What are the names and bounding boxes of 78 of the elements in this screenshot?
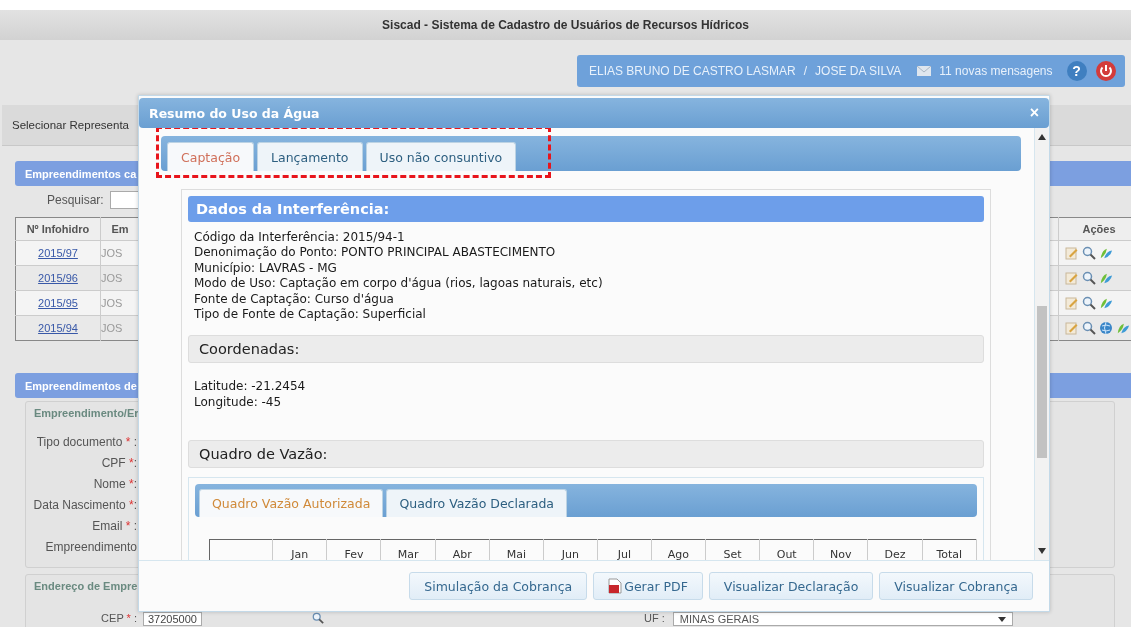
- scroll-down-icon[interactable]: [1038, 548, 1046, 554]
- help-button[interactable]: ?: [1066, 61, 1087, 81]
- app-title: Siscad - Sistema de Cadastro de Usuários de Recursos Hídricos: [382, 18, 749, 32]
- column-header: Set: [705, 539, 760, 560]
- tab[interactable]: Captação: [167, 142, 255, 171]
- leaf-icon[interactable]: [1099, 296, 1113, 310]
- edit-icon[interactable]: [1065, 246, 1079, 260]
- select-representative-tab[interactable]: Selecionar Representa: [12, 119, 129, 131]
- mail-icon[interactable]: [917, 66, 932, 76]
- caret-icon: [997, 616, 1006, 622]
- detail-line: Modo de Uso: Captação em corpo d'água (rios, lagoas naturais, etc): [194, 276, 604, 292]
- pdf-icon: [608, 578, 623, 594]
- leaf-icon[interactable]: [1099, 246, 1113, 260]
- cep-field[interactable]: 37205000: [143, 612, 202, 626]
- detail-line: Código da Interferência: 2015/94-1: [194, 230, 406, 246]
- field-label: Tipo documento * :: [35, 434, 137, 449]
- column-header: Total: [922, 539, 977, 560]
- detail-line: Fonte de Captação: Curso d'água: [194, 291, 395, 308]
- subsection-title: Quadro de Vazão:: [199, 446, 328, 463]
- search-field[interactable]: [109, 191, 140, 209]
- group-title: Endereço de Empre: [33, 580, 138, 592]
- scrollbar[interactable]: [1035, 128, 1049, 560]
- column-header: Out: [759, 539, 814, 560]
- column-header: Nº Infohidro: [15, 217, 101, 241]
- column-header: Abr: [435, 539, 490, 560]
- dialog-title: Resumo do Uso da Água: [149, 105, 320, 121]
- column-header: Jul: [597, 539, 652, 560]
- search-icon[interactable]: [1082, 271, 1096, 285]
- state-select[interactable]: MINAS GERAIS: [672, 612, 1013, 626]
- search-icon[interactable]: [1082, 296, 1096, 310]
- column-header: Dez: [867, 539, 923, 560]
- search-icon[interactable]: [1082, 321, 1096, 335]
- column-header: Jan: [272, 539, 327, 560]
- group-title: Empreendimento/Er: [33, 407, 139, 419]
- globe-icon[interactable]: [1099, 321, 1113, 335]
- scroll-up-icon[interactable]: [1038, 134, 1046, 140]
- separator: /: [803, 64, 808, 78]
- user-name: ELIAS BRUNO DE CASTRO LASMAR: [589, 64, 796, 78]
- section-title: Empreendimentos ca: [25, 167, 137, 180]
- field-label: Nome *:: [92, 476, 137, 491]
- search-label: Pesquisar:: [47, 193, 104, 207]
- power-icon[interactable]: [1094, 60, 1117, 82]
- detail-line: Município: LAVRAS - MG: [194, 260, 338, 277]
- field-label: Empreendimento: [44, 539, 137, 554]
- column-header: Ações: [1058, 217, 1131, 241]
- detail-line: Latitude: -21.2454: [194, 379, 307, 395]
- panel-title: Dados da Interferência:: [196, 201, 390, 217]
- field-label: CEP * :: [100, 612, 137, 625]
- record-link[interactable]: 2015/94: [38, 322, 78, 334]
- detail-line: Denonimação do Ponto: PONTO PRINCIPAL ABASTECIMENTO: [194, 245, 557, 261]
- column-header: Nov: [813, 539, 868, 560]
- field-label: Email * :: [91, 518, 137, 533]
- record-link[interactable]: 2015/96: [38, 272, 78, 284]
- column-header: Ago: [651, 539, 706, 560]
- leaf-icon[interactable]: [1099, 271, 1113, 285]
- field-label: Data Nascimento *:: [32, 497, 137, 512]
- detail-line: Tipo de Fonte de Captação: Superficial: [194, 307, 427, 323]
- column-header: Fev: [326, 539, 381, 560]
- tab[interactable]: Uso não consuntivo: [365, 142, 517, 171]
- leaf-icon[interactable]: [1116, 321, 1130, 335]
- action-button[interactable]: Visualizar Declaração: [708, 572, 874, 600]
- action-button[interactable]: Simulação da Cobrança: [409, 572, 588, 600]
- edit-icon[interactable]: [1065, 296, 1079, 310]
- section-title: Empreendimentos de: [25, 379, 137, 392]
- detail-line: Longitude: -45: [194, 394, 283, 411]
- subsection-title: Coordenadas:: [199, 341, 300, 358]
- action-button[interactable]: Visualizar Cobrança: [879, 572, 1033, 600]
- field-label: UF :: [643, 612, 665, 625]
- search-icon[interactable]: [311, 612, 324, 624]
- representative-name: JOSE DA SILVA: [815, 64, 902, 78]
- tab[interactable]: Lançamento: [257, 142, 363, 171]
- column-header: Mai: [489, 539, 544, 560]
- search-icon[interactable]: [1082, 246, 1096, 260]
- field-label: CPF *:: [100, 455, 137, 470]
- column-header: Mar: [381, 539, 436, 560]
- tab[interactable]: Quadro Vazão Declarada: [386, 489, 567, 518]
- action-button[interactable]: Gerar PDF: [593, 572, 703, 600]
- column-header: Jun: [543, 539, 598, 560]
